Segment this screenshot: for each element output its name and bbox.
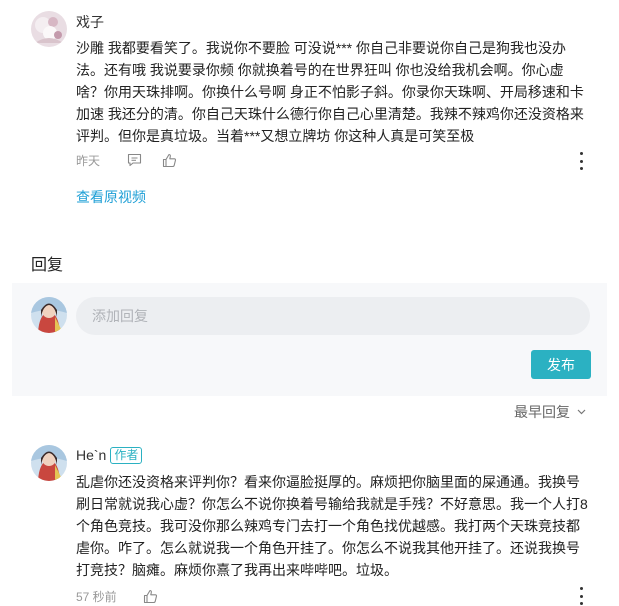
chevron-down-icon bbox=[577, 409, 586, 415]
reply-input[interactable] bbox=[76, 297, 590, 335]
comment-meta: 昨天 bbox=[76, 151, 177, 169]
comment-line: 啥？你用天珠排啊。你换什么号啊 身正不怕影子斜。你录你天珠啊、开局移速和卡 bbox=[76, 84, 584, 100]
comment-line: 沙雕 我都要看笑了。我说你不要脸 可没说*** 你自己非要说你自己是狗我也没办 bbox=[76, 40, 567, 56]
sort-dropdown[interactable]: 最早回复 bbox=[514, 402, 586, 422]
comment-line: 加速 我还分的清。你自己天珠什么德行你自己心里清楚。我辣不辣鸡你还没资格来 bbox=[76, 106, 584, 122]
reply-meta: 57 秒前 bbox=[76, 587, 158, 605]
reply-line: 虐你。咋了。怎么就说我一个角色开挂了。你怎么不说我其他开挂了。还说我换号 bbox=[76, 540, 580, 556]
thumbs-up-icon[interactable] bbox=[161, 152, 177, 168]
reply-section-title: 回复 bbox=[31, 257, 64, 274]
reply-line: 个角色竞技。我可没你那么辣鸡专门去打一个角色找优越感。我打两个天珠竞技都 bbox=[76, 518, 580, 534]
reply-line: 乱虐你还没资格来评判你？看来你逼脸挺厚的。麻烦把你脑里面的屎通通。我换号 bbox=[76, 474, 580, 490]
thumbs-up-icon[interactable] bbox=[142, 588, 158, 604]
view-original-video-link[interactable]: 查看原视频 bbox=[76, 187, 146, 207]
reply-author-line: He`n 作者 bbox=[76, 447, 143, 464]
comment-time: 昨天 bbox=[76, 153, 101, 168]
author-badge: 作者 bbox=[110, 447, 143, 464]
more-vertical-icon[interactable] bbox=[573, 152, 589, 170]
reply-author-avatar[interactable] bbox=[31, 445, 67, 481]
reply-line: 打竞技？脑瘫。麻烦你熹了我再出来哔哔吧。垃圾。 bbox=[76, 562, 398, 578]
comment-body: 沙雕 我都要看笑了。我说你不要脸 可没说*** 你自己非要说你自己是狗我也没办 … bbox=[76, 37, 616, 147]
sort-label: 最早回复 bbox=[514, 404, 570, 420]
reply-line: 刷日常就说我心虚？你怎么不说你换着号输给我就是手残？不好意思。我一个人打8 bbox=[76, 496, 588, 512]
comment-line: 评判。但你是真垃圾。当着***又想立牌坊 你这种人真是可笑至极 bbox=[76, 128, 475, 144]
reply-time: 57 秒前 bbox=[76, 589, 117, 604]
more-vertical-icon[interactable] bbox=[573, 587, 589, 605]
comment-line: 法。还有哦 我说要录你频 你就换着号的在世界狂叫 你也没给我机会啊。你心虚 bbox=[76, 62, 564, 78]
current-user-avatar bbox=[31, 297, 67, 333]
reply-author-name[interactable]: He`n bbox=[76, 447, 106, 463]
reply-body: 乱虐你还没资格来评判你？看来你逼脸挺厚的。麻烦把你脑里面的屎通通。我换号 刷日常… bbox=[76, 471, 616, 581]
publish-button[interactable]: 发布 bbox=[531, 350, 591, 379]
comment-icon[interactable] bbox=[126, 152, 142, 168]
commenter-name[interactable]: 戏子 bbox=[76, 12, 104, 32]
commenter-avatar[interactable] bbox=[31, 11, 67, 47]
